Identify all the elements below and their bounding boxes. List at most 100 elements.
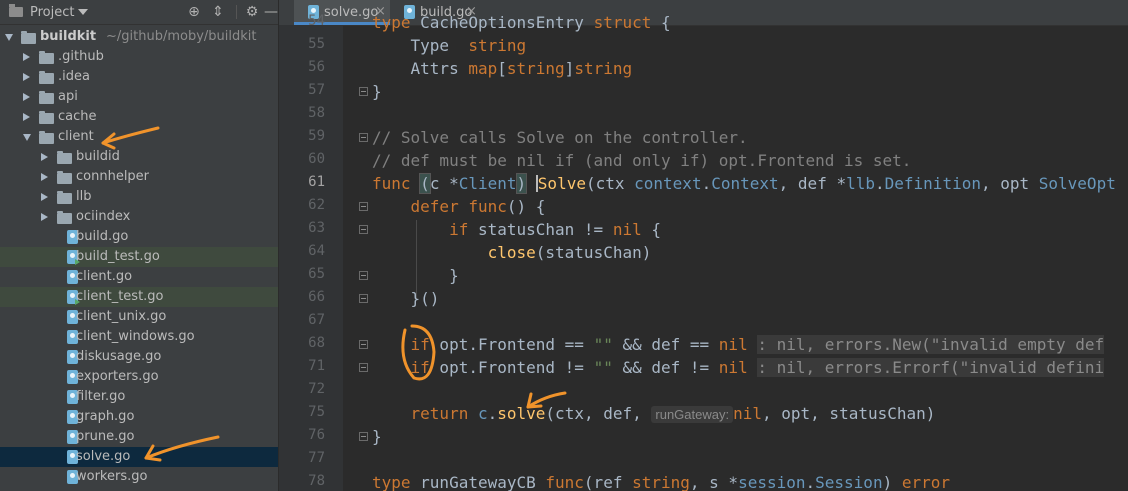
folder-icon [39, 71, 54, 84]
fold-marker[interactable] [359, 133, 368, 142]
line-number[interactable]: 54 [279, 13, 325, 29]
fold-marker[interactable] [359, 225, 368, 234]
line-number[interactable]: 63 [279, 220, 325, 236]
parameter-hint: runGateway: [651, 406, 734, 423]
folder-icon [21, 31, 36, 44]
chevron-right-icon[interactable] [23, 53, 30, 61]
chevron-down-icon[interactable] [23, 134, 31, 141]
tree-folder[interactable]: llb [0, 187, 278, 207]
chevron-down-icon[interactable] [5, 34, 13, 41]
line-number-gutter[interactable]: 54 55 56 57 58 59 60 61 62 63 64 65 66 67 68 71 72 75 76 77… [279, 13, 343, 491]
tree-folder[interactable]: api [0, 87, 278, 107]
tree-file[interactable]: filter.go [0, 387, 278, 407]
line-number[interactable]: 57 [279, 82, 325, 98]
code-line: return c.solve(ctx, def, runGateway: nil,… [410, 404, 936, 423]
tree-item-label: .idea [58, 69, 90, 84]
tree-item-label: cache [58, 109, 97, 124]
line-number[interactable]: 60 [279, 151, 325, 167]
locate-icon[interactable]: ⊕ [185, 3, 203, 21]
chevron-right-icon[interactable] [41, 153, 48, 161]
line-number[interactable]: 77 [279, 450, 325, 466]
tree-folder[interactable]: .idea [0, 67, 278, 87]
line-number[interactable]: 66 [279, 289, 325, 305]
code-line: close(statusChan) [487, 243, 652, 262]
tree-folder[interactable]: buildid [0, 147, 278, 167]
chevron-right-icon[interactable] [23, 73, 30, 81]
gear-icon[interactable]: ⚙ [243, 3, 261, 21]
code-editor[interactable]: solve.go × build.go × 54 55 56 57 58 59 60 61 62… [279, 0, 1128, 491]
line-number[interactable]: 62 [279, 197, 325, 213]
line-number[interactable]: 65 [279, 266, 325, 282]
fold-marker[interactable] [359, 340, 368, 349]
tree-item-label: build.go [76, 229, 129, 244]
fold-marker[interactable] [359, 271, 368, 280]
code-line: Type string [372, 36, 527, 55]
tree-file[interactable]: client_unix.go [0, 307, 278, 327]
fold-marker[interactable] [359, 432, 368, 441]
code-line: } [372, 427, 382, 446]
chevron-right-icon[interactable] [23, 93, 30, 101]
tree-folder[interactable]: cache [0, 107, 278, 127]
folder-icon [57, 171, 72, 184]
tree-file[interactable]: client.go [0, 267, 278, 287]
code-line: type runGatewayCB func(ref string, s *se… [372, 473, 951, 491]
code-line-current: func (c *Client) Solve(ctx context.Conte… [372, 173, 1116, 194]
line-number[interactable]: 78 [279, 473, 325, 489]
chevron-right-icon[interactable] [41, 213, 48, 221]
fold-marker[interactable] [359, 202, 368, 211]
project-icon [9, 4, 23, 17]
chevron-right-icon[interactable] [41, 193, 48, 201]
tree-file[interactable]: diskusage.go [0, 347, 278, 367]
tree-file[interactable]: client_test.go [0, 287, 278, 307]
line-number[interactable]: 61 [279, 174, 325, 190]
chevron-down-icon[interactable] [78, 9, 88, 15]
code-line: // Solve calls Solve on the controller. [372, 128, 748, 147]
tree-folder[interactable]: client [0, 127, 278, 147]
folder-icon [39, 131, 54, 144]
code-line: // def must be nil if (and only if) opt.… [372, 151, 912, 170]
line-number[interactable]: 58 [279, 105, 325, 121]
project-panel-header: Project ⊕ ⇕ ⚙ — [0, 0, 278, 25]
folder-icon [39, 51, 54, 64]
line-number[interactable]: 56 [279, 59, 325, 75]
line-number[interactable]: 75 [279, 404, 325, 420]
hide-panel-icon[interactable]: — [262, 3, 278, 21]
line-number[interactable]: 67 [279, 312, 325, 328]
folder-icon [57, 191, 72, 204]
tree-folder[interactable]: buildkit ~/github/moby/buildkit [0, 27, 278, 47]
tree-item-label: llb [76, 189, 92, 204]
tree-folder[interactable]: connhelper [0, 167, 278, 187]
tree-item-label: ociindex [76, 209, 131, 224]
collapse-all-icon[interactable]: ⇕ [209, 3, 227, 21]
line-number[interactable]: 68 [279, 335, 325, 351]
chevron-right-icon[interactable] [23, 113, 30, 121]
code-line: } [372, 82, 382, 101]
fold-marker[interactable] [359, 363, 368, 372]
line-number[interactable]: 71 [279, 358, 325, 374]
tree-file[interactable]: build.go [0, 227, 278, 247]
line-number[interactable]: 59 [279, 128, 325, 144]
folder-icon [57, 151, 72, 164]
tree-file[interactable]: workers.go [0, 467, 278, 487]
fold-marker[interactable] [359, 87, 368, 96]
tree-item-label: exporters.go [76, 369, 159, 384]
tree-folder[interactable]: .github [0, 47, 278, 67]
folder-icon [39, 111, 54, 124]
tree-file[interactable]: solve.go [0, 447, 278, 467]
line-number[interactable]: 64 [279, 243, 325, 259]
line-number[interactable]: 55 [279, 36, 325, 52]
folder-icon [39, 91, 54, 104]
chevron-right-icon[interactable] [41, 173, 48, 181]
project-panel-title[interactable]: Project [30, 5, 74, 20]
tree-file[interactable]: client_windows.go [0, 327, 278, 347]
line-number[interactable]: 76 [279, 427, 325, 443]
fold-marker[interactable] [359, 294, 368, 303]
tree-file[interactable]: prune.go [0, 427, 278, 447]
code-line: if statusChan != nil { [449, 220, 661, 239]
tree-file[interactable]: build_test.go [0, 247, 278, 267]
tree-folder[interactable]: ociindex [0, 207, 278, 227]
code-line: if opt.Frontend != "" && def != nil : ni… [410, 358, 1105, 377]
tree-file[interactable]: graph.go [0, 407, 278, 427]
tree-file[interactable]: exporters.go [0, 367, 278, 387]
line-number[interactable]: 72 [279, 381, 325, 397]
